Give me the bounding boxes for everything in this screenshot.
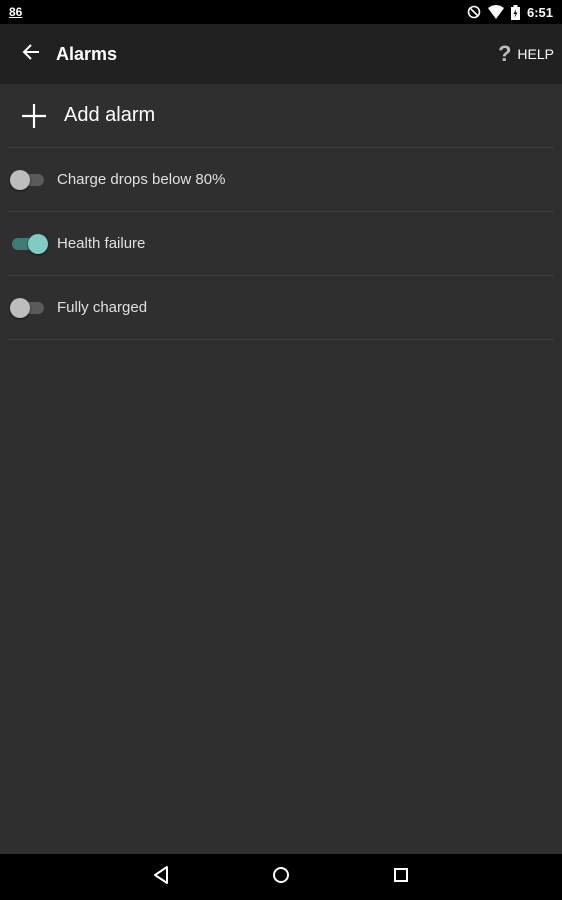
alarm-toggle[interactable] bbox=[8, 232, 48, 256]
nav-back-button[interactable] bbox=[149, 865, 173, 889]
wifi-icon bbox=[487, 5, 504, 19]
add-alarm-label: Add alarm bbox=[64, 104, 156, 126]
home-circle-icon bbox=[272, 866, 290, 889]
alarm-toggle[interactable] bbox=[8, 168, 48, 192]
plus-icon bbox=[16, 98, 52, 134]
do-not-disturb-icon bbox=[467, 5, 481, 19]
navigation-bar bbox=[0, 854, 562, 900]
status-icons: 6:51 bbox=[467, 4, 553, 20]
alarm-label: Charge drops below 80% bbox=[57, 171, 226, 188]
back-button[interactable] bbox=[10, 33, 52, 75]
alarm-label: Fully charged bbox=[57, 299, 148, 316]
alarm-list: Add alarm Charge drops below 80% Health … bbox=[0, 84, 562, 340]
help-label: HELP bbox=[517, 46, 554, 62]
battery-charging-icon bbox=[510, 4, 520, 20]
list-item[interactable]: Health failure bbox=[8, 212, 554, 276]
add-alarm-button[interactable]: Add alarm bbox=[8, 84, 554, 148]
list-item[interactable]: Charge drops below 80% bbox=[8, 148, 554, 212]
nav-recents-button[interactable] bbox=[389, 865, 413, 889]
recents-square-icon bbox=[393, 867, 409, 888]
app-bar: Alarms ? HELP bbox=[0, 24, 562, 84]
question-mark-icon: ? bbox=[497, 41, 512, 66]
page-title: Alarms bbox=[56, 43, 118, 64]
alarm-toggle[interactable] bbox=[8, 296, 48, 320]
status-time: 6:51 bbox=[526, 4, 553, 20]
status-notification-text: 86 bbox=[9, 5, 23, 19]
arrow-back-icon bbox=[22, 43, 40, 66]
back-triangle-icon bbox=[153, 865, 169, 889]
toggle-thumb bbox=[10, 297, 30, 318]
alarm-label: Health failure bbox=[57, 235, 146, 252]
nav-home-button[interactable] bbox=[269, 865, 293, 889]
status-bar: 86 6:51 bbox=[0, 0, 562, 24]
list-item[interactable]: Fully charged bbox=[8, 276, 554, 340]
toggle-thumb bbox=[28, 233, 48, 254]
help-button[interactable]: ? HELP bbox=[498, 24, 554, 84]
toggle-thumb bbox=[10, 169, 30, 190]
